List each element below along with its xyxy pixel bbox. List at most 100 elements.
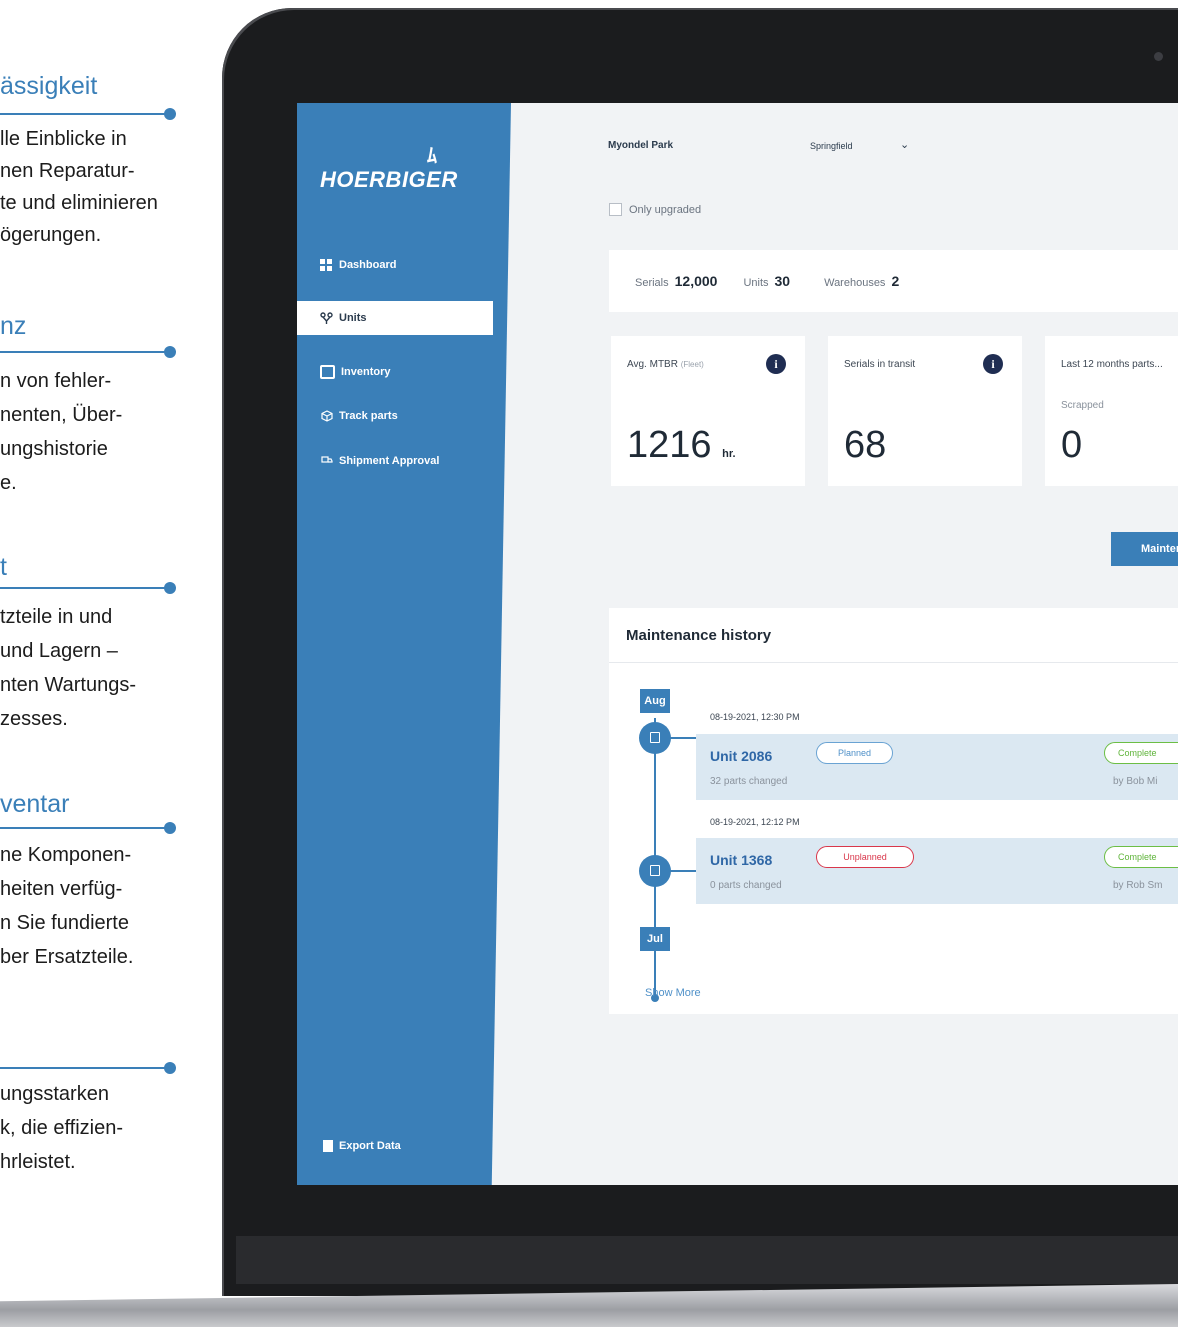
kpi-card-scrapped: Last 12 months parts... Scrapped 0 [1045,336,1178,486]
info-icon[interactable]: i [983,354,1003,374]
stat-value: 30 [774,273,791,289]
event-unit[interactable]: Unit 2086 [710,748,772,764]
marketing-line: ungshistorie [0,438,108,460]
divider-dot [164,108,176,120]
sidebar-item-label: Track parts [339,410,398,422]
logo: HOERBIGER [320,167,458,192]
divider [0,1067,170,1069]
stat-value: 12,000 [674,273,718,289]
timeline-month: Jul [640,927,670,951]
event-parts: 0 parts changed [710,880,782,891]
sidebar-item-dashboard[interactable]: Dashboard [297,248,493,282]
kpi-label-small: (Fleet) [680,360,704,369]
logo-mark-icon: ﾑ [427,145,437,167]
marketing-line: ne Komponen- [0,844,132,866]
panel-title: Maintenance history [626,627,772,644]
divider [0,827,170,829]
marketing-line: n Sie fundierte [0,912,129,934]
status-badge: Unplanned [816,846,914,868]
sidebar-item-inventory[interactable]: Inventory [297,355,493,389]
kpi-value: 0 [1061,424,1083,466]
marketing-heading: t [0,553,7,581]
status-badge: Complete [1104,742,1178,764]
sidebar-item-track-parts[interactable]: Track parts [297,399,493,433]
marketing-line: hrleistet. [0,1151,76,1173]
stat-label: Warehouses [824,277,886,289]
marketing-heading: ässigkeit [0,72,98,100]
sidebar-item-label: Inventory [341,366,391,378]
panel-header: Maintenance history [609,608,1178,663]
timeline-connector [670,870,696,872]
marketing-line: heiten verfüg- [0,878,123,900]
kpi-card-serials-in-transit: Serials in transit i 68 [828,336,1022,486]
truck-icon [320,455,333,468]
calendar-icon [639,722,671,754]
divider-dot [164,1062,176,1074]
event-date: 08-19-2021, 12:30 PM [710,712,800,722]
marketing-line: und Lagern – [0,640,118,662]
file-icon [323,1140,333,1152]
event-author: by Rob Sm [1113,880,1163,891]
timeline-connector [670,737,696,739]
kpi-value: 68 [844,424,887,466]
divider [0,351,170,353]
sidebar-item-label: Shipment Approval [339,455,440,467]
calendar-icon [639,855,671,887]
timeline-month: Aug [640,689,670,713]
marketing-line: tzteile in und [0,606,113,628]
kpi-label: Serials in transit [844,359,916,370]
kpi-label: Last 12 months parts... [1061,359,1163,370]
marketing-line: nen Reparatur- [0,160,135,182]
city-select-value: Springfield [810,141,853,151]
event-parts: 32 parts changed [710,776,788,787]
camera-icon [1154,52,1163,61]
checkbox-label: Only upgraded [629,203,702,216]
info-icon[interactable]: i [766,354,786,374]
marketing-line: ungsstarken [0,1083,109,1105]
stat-warehouses: Warehouses 2 [824,273,899,289]
sidebar-item-shipment-approval[interactable]: Shipment Approval [297,444,493,478]
event-unit[interactable]: Unit 1368 [710,852,772,868]
kpi-label: Avg. MTBR (Fleet) [627,359,704,370]
divider-dot [164,582,176,594]
clipboard-icon [320,365,335,379]
divider [0,587,170,589]
divider-dot [164,822,176,834]
event-author: by Bob Mi [1113,776,1158,787]
box-icon [320,409,333,423]
stat-serials: Serials 12,000 [635,273,717,289]
laptop-bezel [236,1236,1178,1284]
sidebar-item-units[interactable]: Units [297,301,493,335]
checkbox-box [609,203,622,216]
export-data-button[interactable]: Export Data [323,1140,401,1152]
status-badge: Complete [1104,846,1178,868]
timeline-event[interactable]: Unit 1368 Unplanned 0 parts changed Comp… [696,838,1178,904]
timeline-event[interactable]: Unit 2086 Planned 32 parts changed Compl… [696,734,1178,800]
chevron-down-icon: ⌄ [900,139,910,151]
marketing-line: n von fehler- [0,370,112,392]
sidebar-item-label: Units [339,312,367,324]
marketing-line: ber Ersatzteile. [0,946,134,968]
marketing-line: lle Einblicke in [0,128,127,150]
show-more-link[interactable]: Show More [645,987,701,999]
event-date: 08-19-2021, 12:12 PM [710,817,800,827]
kpi-card-mtbr: Avg. MTBR (Fleet) i 1216 hr. [611,336,805,486]
branch-icon [320,311,333,325]
site-name: Myondel Park [608,140,674,151]
city-select[interactable]: Springfield ⌄ [802,136,920,156]
stat-label: Serials [635,277,669,289]
marketing-heading: ventar [0,790,70,818]
app-screen: ﾑ HOERBIGER Dashboard Units Inventory Tr… [297,103,1178,1185]
summary-stats: Serials 12,000 Units 30 Warehouses 2 [609,250,1178,312]
marketing-line: te und eliminieren [0,192,158,214]
divider-dot [164,346,176,358]
marketing-line: nten Wartungs- [0,674,136,696]
stat-label: Units [743,277,769,289]
export-label: Export Data [339,1140,401,1152]
maintenance-button[interactable]: Maintenance [1111,532,1178,566]
grid-icon [320,258,333,272]
status-badge: Planned [816,742,893,764]
marketing-line: e. [0,472,17,494]
maintenance-history-panel: Maintenance history [609,608,1178,1014]
only-upgraded-checkbox[interactable]: Only upgraded [609,203,701,216]
